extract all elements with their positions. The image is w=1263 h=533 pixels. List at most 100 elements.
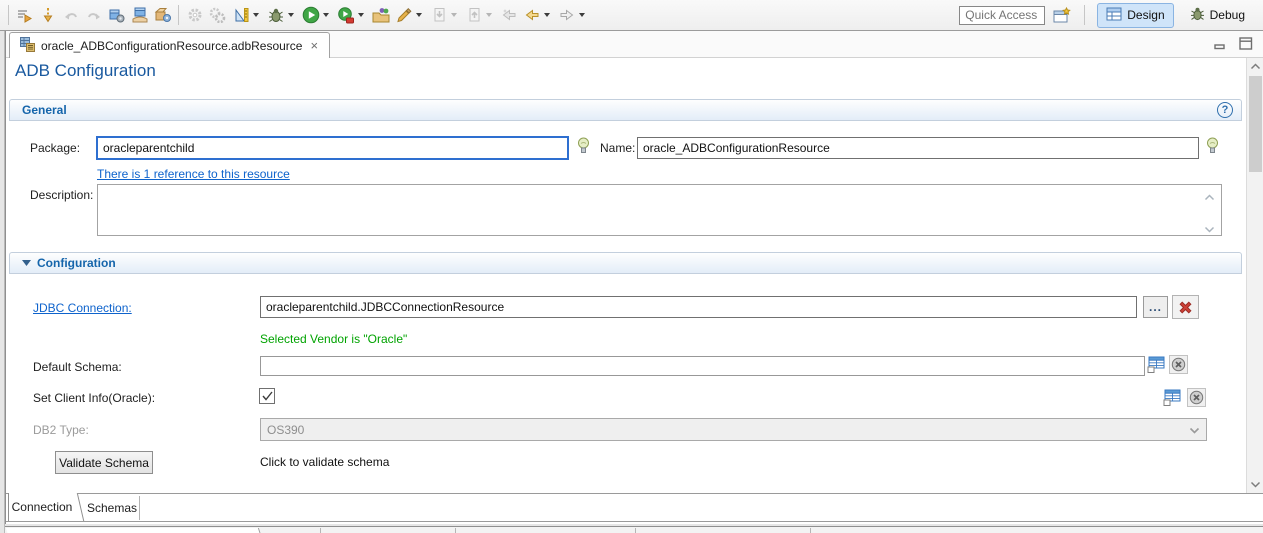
highlight-menu-arrow-icon[interactable]	[416, 13, 422, 17]
package-label: Package:	[30, 141, 80, 155]
debug-menu-arrow-icon[interactable]	[288, 13, 294, 17]
lower-view-tab-separator	[320, 528, 321, 533]
maximize-icon[interactable]	[1239, 37, 1253, 53]
validate-menu-arrow-icon[interactable]	[253, 13, 259, 17]
collapse-triangle-icon[interactable]	[22, 260, 31, 266]
client-info-table-icon[interactable]	[1163, 389, 1181, 406]
tab-connection[interactable]: Connection	[8, 493, 75, 521]
tab-connection-label: Connection	[12, 500, 73, 514]
close-tab-icon[interactable]: ×	[308, 38, 320, 53]
description-scroll-up-icon[interactable]	[1204, 190, 1215, 204]
editor-tab-title: oracle_ADBConfigurationResource.adbResou…	[41, 39, 302, 53]
run-query-icon[interactable]	[334, 3, 357, 27]
tab-schemas-label: Schemas	[87, 501, 137, 515]
lower-view-edge	[5, 526, 1263, 533]
description-textarea[interactable]	[97, 184, 1222, 236]
export-menu-arrow-icon[interactable]	[486, 13, 492, 17]
forward-menu-arrow-icon[interactable]	[579, 13, 585, 17]
gear-icon[interactable]	[183, 3, 206, 27]
design-label: Design	[1127, 8, 1164, 22]
last-edit-location-icon[interactable]	[497, 3, 520, 27]
page-tab-strip: Connection Schemas	[6, 493, 1263, 522]
vendor-status-message: Selected Vendor is "Oracle"	[260, 332, 407, 346]
general-section-header: General ?	[9, 99, 1242, 121]
minimize-icon[interactable]	[1213, 37, 1227, 53]
gears-icon[interactable]	[206, 3, 229, 27]
db2-type-value: OS390	[267, 423, 304, 437]
export-icon[interactable]	[462, 3, 485, 27]
configuration-section-header[interactable]: Configuration	[9, 252, 1242, 274]
description-label: Description:	[30, 188, 93, 202]
deploy-module-icon[interactable]	[128, 3, 151, 27]
quick-access-input[interactable]	[959, 6, 1045, 25]
lower-view-tab-separator	[455, 528, 456, 533]
adb-resource-icon	[19, 36, 35, 55]
help-icon[interactable]: ?	[1217, 102, 1233, 118]
package-hint-bulb-icon[interactable]	[577, 137, 590, 155]
name-label: Name:	[600, 141, 635, 155]
run-menu-arrow-icon[interactable]	[323, 13, 329, 17]
generate-code-icon[interactable]	[36, 3, 59, 27]
editor-tab[interactable]: oracle_ADBConfigurationResource.adbResou…	[9, 32, 330, 58]
design-table-icon	[1106, 7, 1122, 24]
tab-schemas[interactable]: Schemas	[85, 496, 140, 520]
general-section-title: General	[22, 103, 67, 117]
configuration-section-title: Configuration	[37, 256, 116, 270]
jdbc-connection-link[interactable]: JDBC Connection:	[33, 301, 132, 315]
lower-view-tab[interactable]	[6, 528, 261, 533]
scroll-up-icon[interactable]	[1247, 58, 1263, 75]
clear-client-info-icon[interactable]	[1187, 388, 1206, 407]
undo-icon[interactable]	[59, 3, 82, 27]
clear-schema-icon[interactable]	[1169, 355, 1188, 374]
debug-perspective-button[interactable]: Debug	[1182, 3, 1253, 27]
import-icon[interactable]	[427, 3, 450, 27]
build-all-icon[interactable]	[13, 3, 36, 27]
remove-jdbc-button[interactable]	[1172, 295, 1199, 319]
open-resource-icon[interactable]	[369, 3, 392, 27]
redo-icon[interactable]	[82, 3, 105, 27]
page-title: ADB Configuration	[15, 61, 156, 81]
module-settings-icon[interactable]	[105, 3, 128, 27]
check-icon	[262, 391, 273, 401]
schema-table-icon[interactable]	[1147, 356, 1165, 373]
import-menu-arrow-icon[interactable]	[451, 13, 457, 17]
db2-type-label: DB2 Type:	[33, 423, 89, 437]
editor-area: oracle_ADBConfigurationResource.adbResou…	[5, 31, 1263, 524]
debug-label: Debug	[1210, 8, 1245, 22]
name-input[interactable]	[637, 137, 1199, 159]
lower-view-tab-separator	[635, 528, 636, 533]
name-hint-bulb-icon[interactable]	[1206, 137, 1219, 155]
package-input[interactable]	[97, 137, 568, 159]
chevron-down-icon	[1189, 423, 1200, 437]
editor-scrollbar[interactable]	[1246, 58, 1263, 493]
description-scroll-down-icon[interactable]	[1204, 222, 1215, 236]
forward-icon[interactable]	[555, 3, 578, 27]
set-client-info-checkbox[interactable]	[259, 388, 275, 404]
scroll-down-icon[interactable]	[1247, 476, 1263, 493]
main-toolbar: Design Debug	[0, 0, 1263, 31]
run-query-menu-arrow-icon[interactable]	[358, 13, 364, 17]
set-client-info-label: Set Client Info(Oracle):	[33, 391, 155, 405]
validate-icon[interactable]	[229, 3, 252, 27]
default-schema-input[interactable]	[260, 356, 1145, 376]
validate-schema-button[interactable]: Validate Schema	[55, 451, 153, 474]
back-menu-arrow-icon[interactable]	[544, 13, 550, 17]
open-perspective-icon[interactable]	[1053, 7, 1072, 24]
jdbc-connection-input[interactable]	[260, 296, 1137, 318]
editor-tab-bar: oracle_ADBConfigurationResource.adbResou…	[6, 31, 1263, 58]
validate-hint-text: Click to validate schema	[260, 455, 389, 469]
browse-jdbc-button[interactable]: ...	[1143, 296, 1168, 318]
highlight-pen-icon[interactable]	[392, 3, 415, 27]
design-perspective-button[interactable]: Design	[1097, 3, 1173, 28]
scrollbar-thumb[interactable]	[1249, 76, 1262, 172]
default-schema-label: Default Schema:	[33, 360, 122, 374]
db2-type-select[interactable]: OS390	[260, 418, 1207, 441]
run-icon[interactable]	[299, 3, 322, 27]
package-settings-icon[interactable]	[151, 3, 174, 27]
toolbar-separator	[178, 5, 179, 25]
debug-icon[interactable]	[264, 3, 287, 27]
reference-link[interactable]: There is 1 reference to this resource	[97, 167, 290, 181]
back-icon[interactable]	[520, 3, 543, 27]
toolbar-separator	[1084, 5, 1085, 25]
lower-view-tab-separator	[810, 528, 811, 533]
